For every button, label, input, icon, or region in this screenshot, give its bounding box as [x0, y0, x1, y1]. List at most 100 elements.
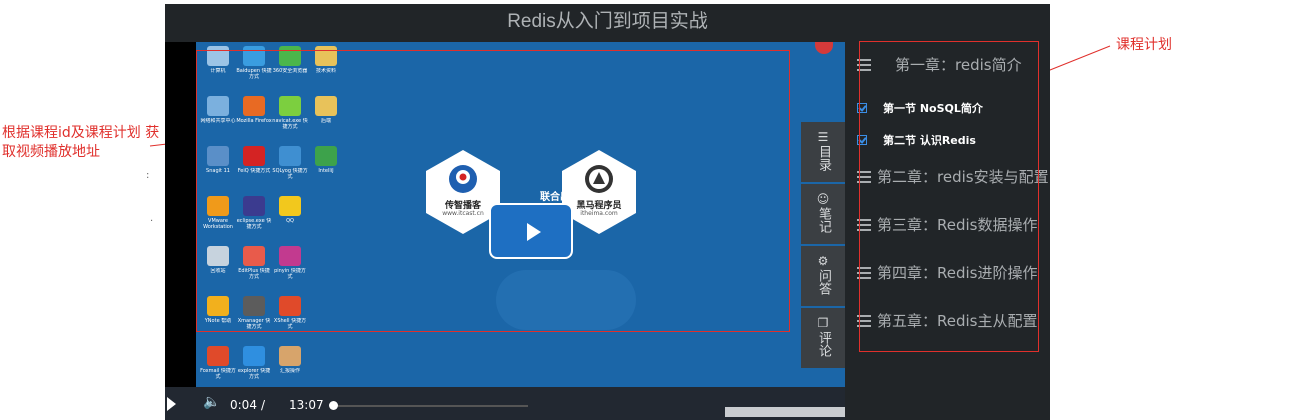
desktop-icon-image [279, 346, 301, 366]
desktop-icon: YNote 帮助 [200, 294, 236, 340]
desktop-icon-label: 计算机 [210, 68, 226, 74]
side-tab[interactable]: ☰ 目录 [801, 122, 845, 182]
desktop-icon: 网络和共享中心 [200, 94, 236, 140]
desktop-icon-image [315, 146, 337, 166]
progress-knob[interactable] [329, 401, 338, 410]
side-tab[interactable]: ☺ 笔记 [801, 184, 845, 244]
desktop-icon-image [243, 346, 265, 366]
person-icon: ☺ [816, 192, 830, 206]
checkbox-icon [857, 103, 867, 113]
heima-url: itheima.com [580, 210, 618, 217]
desktop-icon-label: IntelliJ [318, 168, 334, 174]
chapter-item[interactable]: 第二章：redis安装与配置 [857, 166, 1049, 187]
desktop-icon: QQ [272, 194, 308, 240]
side-tab-label: 笔记 [816, 207, 831, 233]
handshake-graphic [496, 270, 636, 330]
desktop-icon-image [207, 246, 229, 266]
desktop-icon-image [243, 96, 265, 116]
list-icon: ☰ [817, 130, 829, 144]
side-tabs: ☰ 目录 ☺ 笔记 ⚙ 问答 ❐ 评论 [801, 122, 845, 370]
desktop-icon-image [243, 246, 265, 266]
desktop-icon: Baidupen 快捷方式 [236, 44, 272, 90]
section-title: 第二节 认识Redis [883, 134, 976, 147]
desktop-icon-label: XShell 快捷方式 [273, 318, 307, 330]
desktop-icon-image [207, 96, 229, 116]
chapter-item[interactable]: 第一章：redis简介 [857, 54, 1022, 75]
desktop-icon-label: YNote 帮助 [204, 318, 232, 324]
desktop-icon-label: FeiQ 快捷方式 [237, 168, 271, 174]
taskbar-tray [725, 407, 845, 417]
desktop-icon: SQLyog 快捷方式 [272, 144, 308, 190]
desktop-icon-label: navicat.exe 快捷方式 [272, 118, 308, 130]
desktop-icon-label: Mozilla Firefox [236, 118, 272, 124]
volume-icon[interactable]: 🔈 [203, 394, 220, 410]
desktop-icon: Xmanager 快捷方式 [236, 294, 272, 340]
desktop-icon-label: 回收站 [210, 268, 226, 274]
big-play-button[interactable] [489, 203, 573, 259]
desktop-icon-image [279, 46, 301, 66]
desktop-icon: 技术资料 [308, 44, 344, 90]
section-title: 第一节 NoSQL简介 [883, 102, 983, 115]
annotation-line-right [1039, 45, 1111, 75]
list-icon [857, 267, 871, 279]
desktop-icon: 计算机 [200, 44, 236, 90]
desktop-icon: 回收站 [200, 244, 236, 290]
desktop-icon-label: 后端 [320, 118, 331, 124]
desktop-icon: Mozilla Firefox [236, 94, 272, 140]
desktop-icon-image [207, 296, 229, 316]
desktop-icon-image [279, 196, 301, 216]
desktop-icon-label: Snagit 11 [206, 168, 230, 174]
play-icon[interactable] [167, 397, 176, 411]
desktop-icon: 后端 [308, 94, 344, 140]
section-item[interactable]: 第二节 认识Redis [857, 132, 976, 148]
course-title: Redis从入门到项目实战 [507, 11, 708, 32]
desktop-icon-label: Baidupen 快捷方式 [236, 68, 272, 80]
desktop-icon-image [207, 346, 229, 366]
chapter-title: 第二章：redis安装与配置 [877, 168, 1049, 186]
video-area[interactable]: 传智播客 www.itcast.cn 联合出品 黑马程序员 itheima.co… [165, 42, 845, 420]
desktop-icon-label: pinyin 快捷方式 [274, 268, 306, 280]
desktop-icon-image [279, 146, 301, 166]
heima-logo-icon [585, 165, 613, 193]
desktop-icon-image [279, 96, 301, 116]
itcast-logo-icon [449, 165, 477, 193]
chapter-title: 第五章：Redis主从配置 [877, 312, 1038, 330]
desktop-icon-label: EditPlus 快捷方式 [238, 268, 270, 280]
side-tab[interactable]: ⚙ 问答 [801, 246, 845, 306]
side-tab-label: 目录 [816, 145, 831, 171]
desktop-icon-label: VMware Workstation [203, 218, 233, 230]
desktop-icon-label: eclipse.exe 快捷方式 [236, 218, 272, 230]
desktop-icon-image [243, 296, 265, 316]
heima-logo: 黑马程序员 itheima.com [562, 150, 636, 234]
side-tab[interactable]: ❐ 评论 [801, 308, 845, 368]
list-icon [857, 171, 871, 183]
chapter-item[interactable]: 第四章：Redis进阶操作 [857, 262, 1037, 283]
desktop-icon: Snagit 11 [200, 144, 236, 190]
section-item[interactable]: 第一节 NoSQL简介 [857, 100, 983, 116]
desktop-icon-image [315, 46, 337, 66]
desktop-icon-label: 360安全浏览器 [272, 68, 308, 74]
desktop-icon: EditPlus 快捷方式 [236, 244, 272, 290]
desktop-icon: eclipse.exe 快捷方式 [236, 194, 272, 240]
chapter-item[interactable]: 第三章：Redis数据操作 [857, 214, 1037, 235]
desktop-icon-label: Foxmail 快捷方式 [200, 368, 236, 380]
desktop-icon: VMware Workstation [200, 194, 236, 240]
chapter-title: 第三章：Redis数据操作 [877, 216, 1038, 234]
desktop-icon-image [207, 146, 229, 166]
desktop-icon-label: 汇报操作 [279, 368, 300, 374]
gear-icon: ⚙ [817, 254, 829, 268]
progress-track[interactable] [338, 405, 528, 407]
desktop-icon-label: QQ [286, 218, 294, 224]
desktop-icon-image [207, 46, 229, 66]
desktop-icon-label: Xmanager 快捷方式 [237, 318, 271, 330]
desktop-icon-image [315, 96, 337, 116]
desktop-icon-image [243, 146, 265, 166]
desktop-icon: IntelliJ [308, 144, 344, 190]
desktop-icon-image [279, 246, 301, 266]
desktop-icon: 汇报操作 [272, 344, 308, 390]
list-icon [857, 315, 871, 327]
chapter-item[interactable]: 第五章：Redis主从配置 [857, 310, 1037, 331]
desktop-icon: FeiQ 快捷方式 [236, 144, 272, 190]
desktop-icon: pinyin 快捷方式 [272, 244, 308, 290]
desktop-icon-image [207, 196, 229, 216]
